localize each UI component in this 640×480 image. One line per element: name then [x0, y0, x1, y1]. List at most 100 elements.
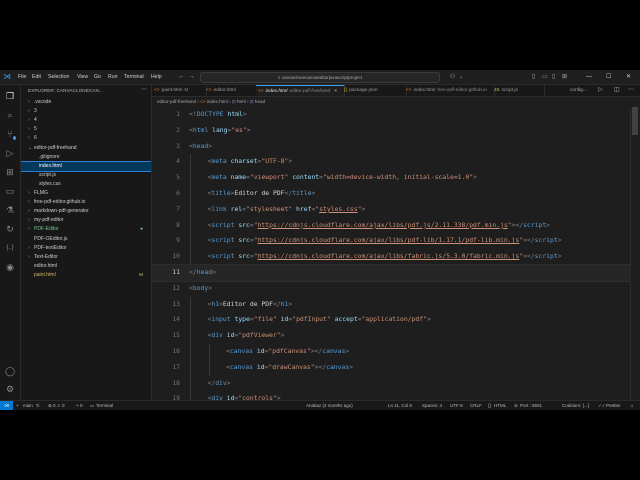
explorer-icon[interactable]: ❐: [3, 89, 17, 103]
more-actions-icon[interactable]: ⋯: [628, 85, 634, 96]
more-actions-icon[interactable]: ⋯: [141, 86, 147, 93]
codeium-status[interactable]: Codeium: {...}: [562, 401, 589, 410]
code-line[interactable]: 14 <input type="file" id="pdfInput" accep…: [152, 312, 630, 329]
menu-go[interactable]: Go: [94, 70, 101, 84]
breadcrumb-item[interactable]: head: [255, 99, 265, 104]
tree-folder[interactable]: › FLMG: [21, 189, 151, 198]
tree-file[interactable]: paint.html M: [21, 271, 151, 280]
live-server-port[interactable]: Port : 5501: [520, 401, 542, 410]
testing-icon[interactable]: ⚗: [3, 203, 17, 217]
cursor-position[interactable]: Ln 11, Col 8: [388, 401, 412, 410]
tree-folder[interactable]: › 3: [21, 107, 151, 116]
code-line[interactable]: 12 <body>: [152, 281, 630, 297]
code-line[interactable]: 10 <script src="https://cdnjs.cloudflare.…: [152, 249, 630, 265]
code-line[interactable]: 8 <script src="https://cdnjs.cloudflare.c…: [152, 217, 630, 234]
layout-secondary-icon[interactable]: ▯: [552, 70, 555, 84]
tree-folder[interactable]: › PDF-textEditor: [21, 244, 151, 253]
code-line[interactable]: 13 <h1>Editor de PDF</h1>: [152, 296, 630, 313]
run-debug-icon[interactable]: ▷: [3, 146, 17, 160]
layout-sidebar-icon[interactable]: ▯: [532, 70, 535, 84]
tree-file[interactable]: .gitignore: [21, 153, 151, 162]
menu-view[interactable]: View: [77, 70, 88, 84]
code-line[interactable]: 15 <div id="pdfViewer">: [152, 328, 630, 344]
code-line[interactable]: 5 <meta name="viewport" content="width=de…: [152, 170, 630, 186]
live-share-icon[interactable]: ↻: [3, 222, 17, 236]
tree-folder[interactable]: › free-pdf-editor.github.io: [21, 198, 151, 207]
extensions-icon[interactable]: ⊞: [3, 165, 17, 179]
code-editor[interactable]: 1 <!DOCTYPE html> 2 <html lang="es"> 3 <head>…: [152, 107, 630, 400]
close-button[interactable]: ✕: [626, 70, 631, 84]
sync-icon[interactable]: ↻: [36, 401, 40, 410]
editor-tab[interactable]: JS script.js: [492, 85, 545, 96]
code-line[interactable]: 1 <!DOCTYPE html>: [152, 107, 630, 123]
breadcrumb-item[interactable]: index.html: [207, 99, 228, 104]
layout-panel-icon[interactable]: ▭: [542, 70, 548, 84]
tree-file[interactable]: script.js: [21, 171, 151, 180]
tree-folder[interactable]: ⌄ editor-pdf-freehand: [21, 144, 151, 153]
menu-file[interactable]: File: [18, 70, 26, 84]
tree-file[interactable]: editor.html: [21, 262, 151, 271]
settings-gear-icon[interactable]: ⚙: [3, 382, 17, 396]
ports-count[interactable]: ⑂ 0: [76, 401, 82, 410]
copilot-icon[interactable]: ⚇: [450, 70, 455, 84]
tree-folder[interactable]: › 6: [21, 134, 151, 143]
search-sidebar-icon[interactable]: ⌕: [3, 108, 17, 122]
config-tab[interactable]: config...: [570, 85, 587, 96]
terminal-button[interactable]: Terminal: [96, 401, 113, 410]
code-line[interactable]: 7 <link rel="stylesheet" href="styles.css…: [152, 201, 630, 218]
remote-indicator-icon[interactable]: ⋊: [0, 401, 13, 410]
language-mode[interactable]: HTML: [494, 401, 506, 410]
tree-folder[interactable]: › 4: [21, 116, 151, 125]
prettier-status[interactable]: Prettier: [606, 401, 621, 410]
breadcrumb-item[interactable]: editor-pdf-freehand: [157, 99, 196, 104]
tree-file[interactable]: PDF-OEditor.js: [21, 235, 151, 244]
code-line[interactable]: 19 <div id="controls">: [152, 391, 630, 400]
maximize-button[interactable]: ☐: [606, 70, 611, 84]
code-token[interactable]: https://cdnjs.cloudflare.com/ajax/libs/p…: [258, 236, 520, 244]
scrollbar-thumb[interactable]: [632, 107, 638, 135]
code-line[interactable]: 18 </div>: [152, 375, 630, 392]
notifications-bell-icon[interactable]: ♫: [630, 401, 633, 410]
editor-tab[interactable]: <> editor.html: [204, 85, 259, 96]
git-blame[interactable]: Anabaz (2 months ago): [306, 401, 353, 410]
code-line[interactable]: 16 <canvas id="pdfCanvas"></canvas>: [152, 344, 630, 360]
code-line[interactable]: 11 </head>: [152, 264, 630, 282]
split-editor-icon[interactable]: ◫: [614, 85, 620, 96]
tree-folder[interactable]: › markdown-pdf-generator: [21, 207, 151, 216]
minimize-button[interactable]: —: [586, 70, 592, 84]
customize-layout-icon[interactable]: ⊞: [562, 70, 567, 84]
breadcrumb-item[interactable]: html: [237, 99, 246, 104]
code-line[interactable]: 9 <script src="https://cdnjs.cloudflare.c…: [152, 233, 630, 250]
forward-arrow-icon[interactable]: →: [188, 70, 195, 84]
tree-file[interactable]: index.html: [21, 160, 151, 172]
run-icon[interactable]: ▷: [598, 85, 603, 96]
menu-terminal[interactable]: Terminal: [124, 70, 144, 84]
code-line[interactable]: 2 <html lang="es">: [152, 123, 630, 139]
codeium-icon[interactable]: ◉: [3, 260, 17, 274]
menu-edit[interactable]: Edit: [32, 70, 41, 84]
vertical-scrollbar[interactable]: [630, 107, 640, 400]
command-center-search[interactable]: ⌕ canvaclonecanvaeditorjavascriptproject: [200, 72, 440, 83]
tab-close-icon[interactable]: ×: [334, 89, 337, 94]
json-icon[interactable]: {..}: [3, 241, 17, 255]
code-token[interactable]: https://cdnjs.cloudflare.com/ajax/libs/p…: [258, 221, 508, 229]
tree-file[interactable]: styles.css: [21, 180, 151, 189]
menu-run[interactable]: Run: [108, 70, 118, 84]
code-line[interactable]: 3 <head>: [152, 139, 630, 155]
code-token[interactable]: styles.css: [319, 205, 357, 213]
code-line[interactable]: 17 <canvas id="drawCanvas"></canvas>: [152, 359, 630, 376]
problems-count[interactable]: ⊗ 0 ⚠ 0: [48, 401, 65, 410]
accounts-icon[interactable]: ◯: [3, 364, 17, 378]
end-of-line[interactable]: CRLF: [470, 401, 482, 410]
tree-folder[interactable]: › .vscode: [21, 98, 151, 107]
back-arrow-icon[interactable]: ←: [178, 70, 185, 84]
branch-name[interactable]: main: [23, 401, 33, 410]
code-line[interactable]: 4 <meta charset="UTF-8">: [152, 154, 630, 171]
code-line[interactable]: 6 <title>Editor de PDF</title>: [152, 186, 630, 202]
editor-tab[interactable]: <> paint.html M: [152, 85, 207, 96]
remote-explorer-icon[interactable]: ▭: [3, 184, 17, 198]
indentation[interactable]: Spaces: 4: [422, 401, 442, 410]
tree-folder[interactable]: › PDF-Editor ●: [21, 225, 151, 234]
menu-help[interactable]: Help: [151, 70, 162, 84]
menu-selection[interactable]: Selection: [48, 70, 69, 84]
